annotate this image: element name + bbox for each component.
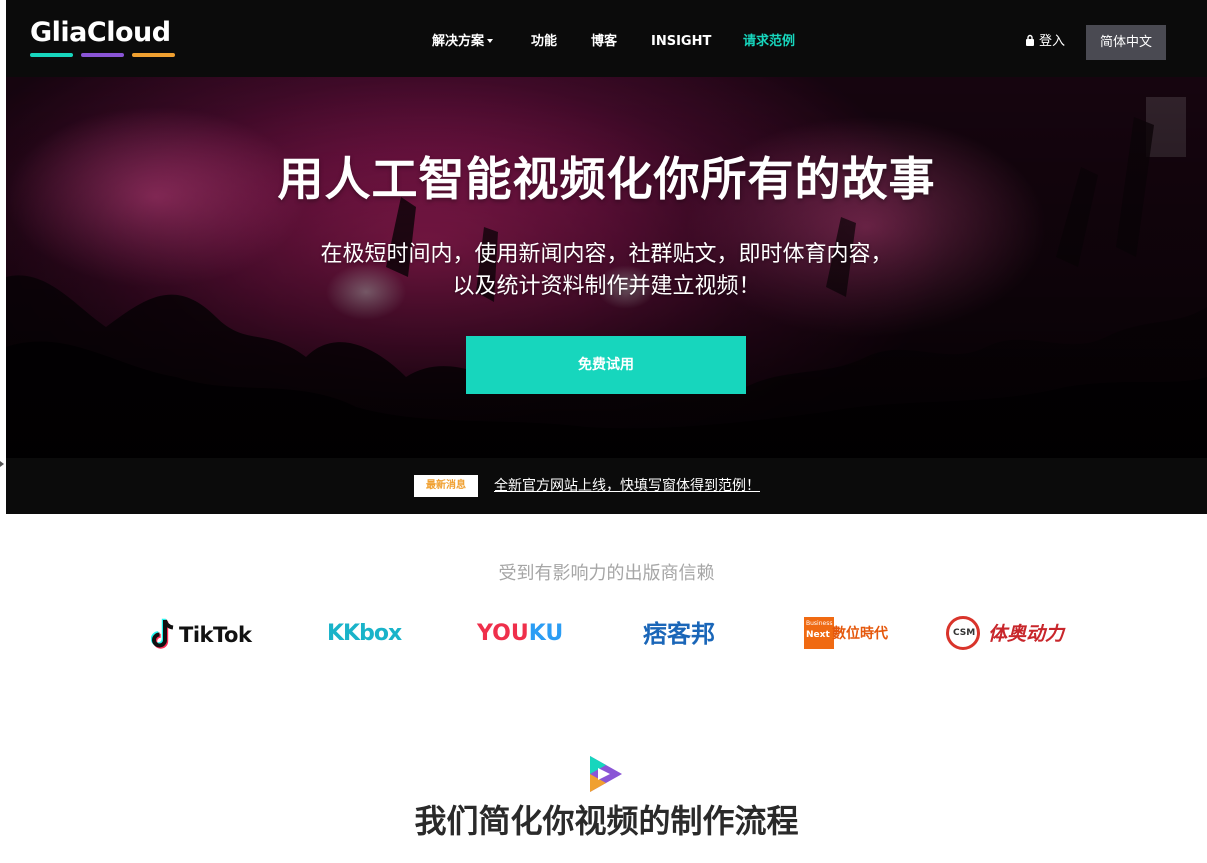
hero-subtitle-line-1: 在极短时间内，使用新闻内容，社群贴文，即时体育内容， <box>320 242 893 267</box>
nav-blog[interactable]: 博客 <box>591 33 617 51</box>
youku-text: YOUKU <box>477 621 563 647</box>
news-badge: 最新消息 <box>414 475 478 497</box>
lock-icon <box>1026 34 1034 46</box>
hero-banner: 用人工智能视频化你所有的故事 在极短时间内，使用新闻内容，社群贴文，即时体育内容… <box>6 77 1207 458</box>
hero-title: 用人工智能视频化你所有的故事 <box>277 152 936 206</box>
news-bar: 最新消息 全新官方网站上线，快填写窗体得到范例！ <box>6 458 1207 514</box>
hero-subtitle-line-2: 以及统计资料制作并建立视频！ <box>452 274 761 299</box>
tiktok-logo: TikTok <box>151 612 263 656</box>
business-next-text: 數位時代 <box>832 626 888 642</box>
kkbox-logo: KKbox <box>327 612 407 656</box>
chevron-down-icon <box>487 38 494 43</box>
expand-arrow-icon[interactable] <box>0 461 4 467</box>
nav-solutions[interactable]: 解决方案 <box>432 33 494 51</box>
youku-text-part2: KU <box>528 621 564 646</box>
nav-request-demo[interactable]: 请求范例 <box>743 33 795 51</box>
trusted-by-title: 受到有影响力的出版商信赖 <box>498 563 715 584</box>
csm-logo: CSM 体奥动力 <box>946 612 1071 656</box>
kkbox-text: KKbox <box>327 621 402 646</box>
free-trial-button[interactable]: 免费试用 <box>466 336 746 394</box>
pixnet-logo: 痞客邦 <box>643 612 733 656</box>
page: GliaCloud 解决方案 功能 博客 INSIGHT 请求范例 登入 简体中… <box>6 0 1207 863</box>
business-next-box-text-1: Business <box>806 620 833 627</box>
play-triangle-icon <box>590 756 622 792</box>
tiktok-text: TikTok <box>179 623 252 647</box>
nav-features[interactable]: 功能 <box>531 33 557 51</box>
csm-badge: CSM <box>946 616 980 650</box>
business-next-box-text-2: Next <box>806 630 830 640</box>
youku-text-part1: YOU <box>477 621 529 646</box>
login-link[interactable]: 登入 <box>1025 33 1065 51</box>
pixnet-text: 痞客邦 <box>643 620 715 648</box>
csm-text: 体奥动力 <box>988 623 1065 645</box>
csm-badge-text: CSM <box>953 628 976 638</box>
news-link[interactable]: 全新官方网站上线，快填写窗体得到范例！ <box>494 476 760 496</box>
youku-logo: YOUKU <box>477 612 577 656</box>
login-label: 登入 <box>1039 34 1066 49</box>
process-title: 我们简化你视频的制作流程 <box>414 802 799 840</box>
nav-solutions-label: 解决方案 <box>432 34 485 49</box>
tiktok-note-icon <box>151 618 174 649</box>
hero-subtitle: 在极短时间内，使用新闻内容，社群贴文，即时体育内容， 以及统计资料制作并建立视频… <box>6 239 1207 303</box>
language-button[interactable]: 简体中文 <box>1086 25 1166 60</box>
business-next-box: Business Next <box>804 617 834 649</box>
business-next-logo: Business Next 數位時代 <box>804 612 894 656</box>
site-header: GliaCloud 解决方案 功能 博客 INSIGHT 请求范例 登入 简体中… <box>6 0 1207 77</box>
nav-insight[interactable]: INSIGHT <box>651 33 711 51</box>
